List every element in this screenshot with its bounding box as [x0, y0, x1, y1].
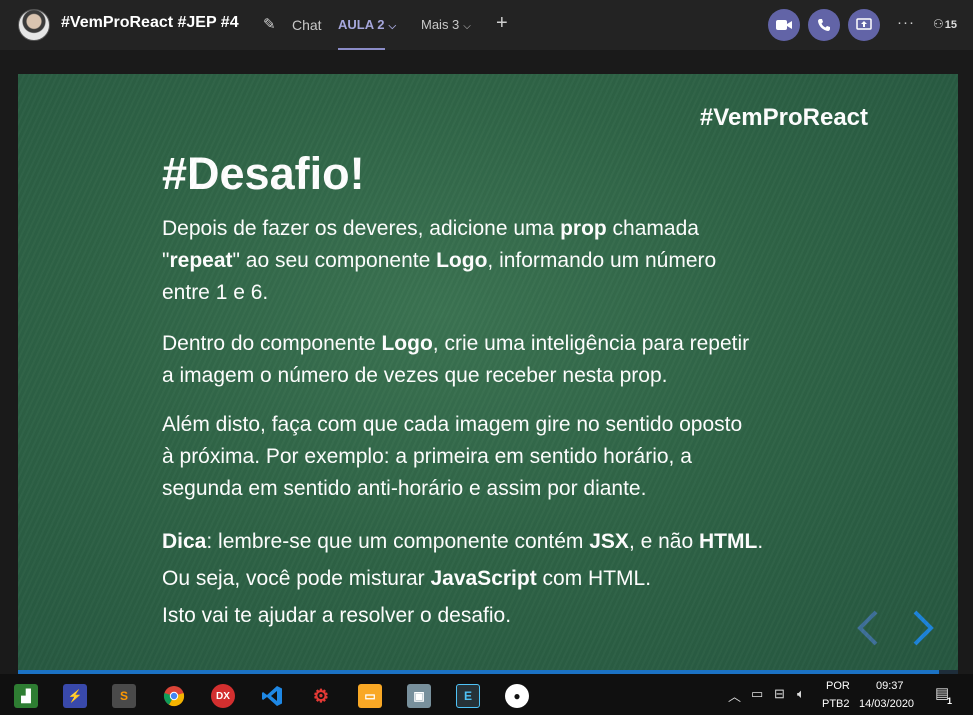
- photos-app-icon[interactable]: ▣: [407, 684, 431, 708]
- text: com HTML.: [536, 567, 652, 590]
- dx-app-icon[interactable]: DX: [211, 684, 235, 708]
- text: " ao seu componente: [232, 249, 437, 272]
- teams-header: #VemProReact #JEP #4 ✎ Chat AULA 2 ⌵ Mais…: [0, 0, 973, 50]
- chevron-down-icon: ⌵: [463, 21, 471, 32]
- power-app-icon[interactable]: ⚡: [63, 684, 87, 708]
- sublime-text-icon[interactable]: S: [112, 684, 136, 708]
- text: , crie uma inteligência para repetir: [432, 332, 750, 355]
- text-bold: JavaScript: [430, 567, 537, 590]
- text: , e não: [628, 530, 699, 553]
- text: Dentro do componente: [162, 332, 382, 355]
- text: : lembre-se que um componente contém: [206, 530, 590, 553]
- slide-hashtag: #VemProReact: [699, 104, 868, 131]
- add-tab-icon[interactable]: +: [496, 12, 508, 35]
- clock-time[interactable]: 09:37: [876, 680, 904, 692]
- call-button[interactable]: [808, 9, 840, 41]
- chevron-down-icon: ⌵: [388, 21, 397, 32]
- gears-app-icon[interactable]: ⚙: [309, 684, 333, 708]
- text: Além disto, faça com que cada imagem gir…: [162, 413, 743, 436]
- people-icon: ⚇: [933, 17, 944, 31]
- meeting-avatar[interactable]: [18, 9, 50, 41]
- pencil-icon[interactable]: ✎: [263, 15, 276, 33]
- text-bold: Logo: [436, 249, 488, 272]
- slide-paragraph-tip: Dica: lembre-se que um componente contém…: [162, 523, 842, 634]
- text: à próxima. Por exemplo: a primeira em se…: [162, 445, 692, 468]
- text-bold: JSX: [589, 530, 629, 553]
- share-screen-icon: [856, 18, 872, 30]
- text: , informando um número: [487, 249, 717, 272]
- vscode-icon[interactable]: [260, 684, 284, 708]
- share-screen-button[interactable]: [848, 9, 880, 41]
- meeting-title: #VemProReact #JEP #4: [61, 14, 239, 31]
- tab-chat[interactable]: Chat: [292, 17, 322, 33]
- previous-slide-icon[interactable]: [856, 608, 880, 658]
- text: chamada: [606, 217, 699, 240]
- text: ": [162, 249, 170, 272]
- tab-more-label: Mais 3: [421, 17, 460, 32]
- text-bold: HTML: [699, 530, 758, 553]
- language-indicator-line2[interactable]: PTB2: [822, 698, 850, 710]
- slide-paragraph-1: Depois de fazer os deveres, adicione uma…: [162, 213, 842, 309]
- battery-icon[interactable]: ▭: [751, 686, 763, 702]
- github-app-icon[interactable]: ●: [505, 684, 529, 708]
- tab-aula-2[interactable]: AULA 2 ⌵: [338, 17, 396, 32]
- text: Isto vai te ajudar a resolver o desafio.: [162, 604, 512, 627]
- video-camera-button[interactable]: [768, 9, 800, 41]
- tab-more[interactable]: Mais 3 ⌵: [421, 17, 471, 32]
- phone-icon: [818, 19, 830, 31]
- file-explorer-icon[interactable]: ▭: [358, 684, 382, 708]
- text: entre 1 e 6.: [162, 281, 269, 304]
- slide-paragraph-3: Além disto, faça com que cada imagem gir…: [162, 409, 842, 505]
- language-indicator-line1[interactable]: POR: [826, 680, 850, 692]
- tab-aula-label: AULA 2: [338, 17, 385, 32]
- chevron-left-icon: [857, 610, 878, 646]
- text-bold: prop: [560, 217, 607, 240]
- text: Ou seja, você pode misturar: [162, 567, 431, 590]
- charts-app-icon[interactable]: ▟: [14, 684, 38, 708]
- next-slide-icon[interactable]: [911, 608, 935, 658]
- chevron-up-icon[interactable]: ︿: [728, 686, 741, 705]
- clock-date[interactable]: 14/03/2020: [859, 698, 914, 710]
- text-bold: Dica: [162, 530, 207, 553]
- text-bold: Logo: [381, 332, 433, 355]
- more-options-icon[interactable]: ···: [897, 14, 915, 31]
- text: a imagem o número de vezes que receber n…: [162, 364, 668, 387]
- text-bold: repeat: [169, 249, 233, 272]
- text: segunda em sentido anti-horário e assim …: [162, 477, 647, 500]
- notification-count: 1: [947, 696, 953, 706]
- chrome-icon[interactable]: [162, 684, 186, 708]
- tab-chat-label: Chat: [292, 17, 322, 33]
- text: Depois de fazer os deveres, adicione uma: [162, 217, 561, 240]
- network-icon[interactable]: ⊟: [774, 686, 785, 702]
- slide-paragraph-2: Dentro do componente Logo, crie uma inte…: [162, 328, 842, 392]
- terminal-app-icon[interactable]: E: [456, 684, 480, 708]
- participants-count: 15: [944, 19, 958, 31]
- volume-icon[interactable]: 🔈︎: [797, 686, 805, 702]
- slide-title: #Desafio!: [162, 148, 365, 199]
- video-camera-icon: [776, 20, 792, 30]
- text: .: [757, 530, 764, 553]
- presentation-slide: #VemProReact #Desafio! Depois de fazer o…: [18, 74, 958, 672]
- participants-button[interactable]: ⚇15: [933, 17, 957, 31]
- chevron-right-icon: [913, 610, 934, 646]
